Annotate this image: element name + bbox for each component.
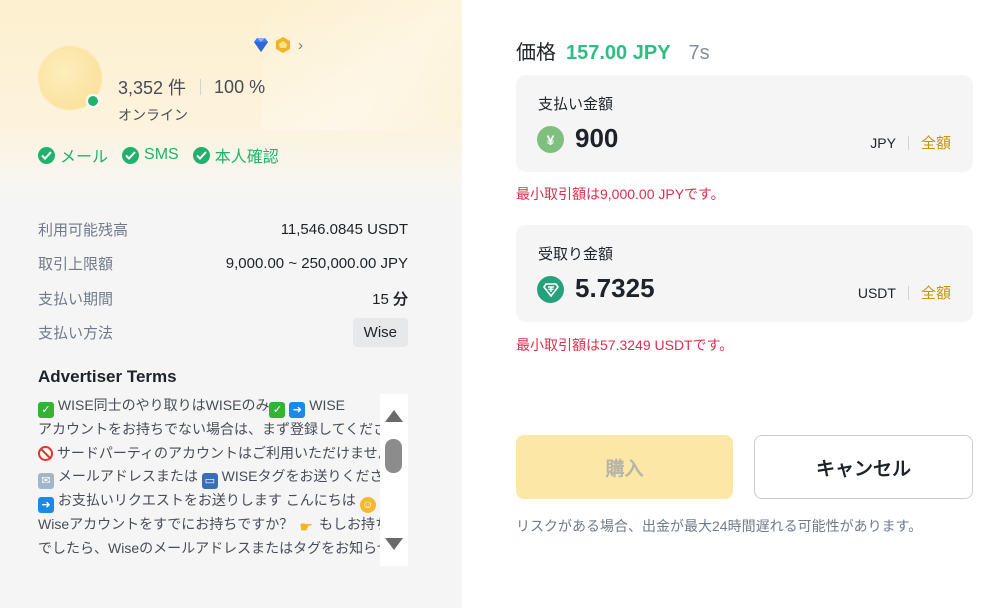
receive-amount-field[interactable]: 受取り金額 5.7325 USDT 全額 xyxy=(516,225,973,322)
price-value: 157.00 JPY xyxy=(566,42,671,64)
order-count: 3,352 件 xyxy=(118,78,187,98)
info-value: 15 分 xyxy=(372,288,408,309)
online-status: オンライン xyxy=(118,107,188,123)
payment-period-unit: 分 xyxy=(392,290,408,308)
terms-line: アカウントをお持ちでない場合は、まず登録してください xyxy=(38,418,380,442)
pointing-hand-icon: ☛ xyxy=(299,519,313,536)
risk-note: リスクがある場合、出金が最大24時間遅れる可能性があります。 xyxy=(516,518,923,534)
terms-line: でしたら、Wiseのメールアドレスまたはタグをお知らせくだ xyxy=(38,537,380,561)
info-row-payment-method: 支払い方法 Wise xyxy=(38,316,408,351)
terms-text: アカウントをお持ちでない場合は、まず登録してください xyxy=(38,421,380,437)
receive-amount-actions: USDT 全額 xyxy=(858,282,951,303)
payment-method-chip: Wise xyxy=(352,318,408,348)
info-row-balance: 利用可能残高 11,546.0845 USDT xyxy=(38,212,408,247)
info-row-payment-period: 支払い期間 15 分 xyxy=(38,281,408,316)
terms-line: Wiseアカウントをすでにお持ちですか？ ☛ もしお持ち xyxy=(38,513,380,537)
terms-text: でしたら、Wiseのメールアドレスまたはタグをお知らせくだ xyxy=(38,539,380,556)
scroll-down-arrow-icon[interactable] xyxy=(385,538,403,550)
advertiser-panel: › 3,352 件 100 % オンライン メール SMS 本人確認 利用可能残… xyxy=(0,0,462,608)
terms-scrollbar[interactable] xyxy=(380,394,408,566)
advertiser-badges[interactable]: › xyxy=(252,36,303,54)
receive-all-button[interactable]: 全額 xyxy=(921,282,951,303)
advertiser-stats: 3,352 件 100 % xyxy=(118,74,265,100)
terms-line: ✉ メールアドレスまたは ▭ WISEタグをお送りください xyxy=(38,465,380,489)
terms-text: WISE xyxy=(309,397,346,413)
terms-line: ✓ WISE同士のやり取りはWISEのみ ✓ ➜ WISE xyxy=(38,394,380,418)
info-row-limit: 取引上限額 9,000.00 ~ 250,000.00 JPY xyxy=(38,247,408,282)
info-label: 支払い期間 xyxy=(38,290,114,308)
tether-icon xyxy=(537,276,564,303)
divider xyxy=(907,285,909,300)
terms-text: メールアドレスまたは xyxy=(57,468,198,484)
buy-button[interactable]: 購入 xyxy=(516,435,733,499)
pay-all-button[interactable]: 全額 xyxy=(921,132,951,153)
online-indicator xyxy=(86,94,100,108)
cancel-button[interactable]: キャンセル xyxy=(754,435,973,499)
terms-text: Wiseアカウントをすでにお持ちですか？ xyxy=(38,516,294,532)
info-value: 11,546.0845 USDT xyxy=(280,220,408,238)
scroll-thumb[interactable] xyxy=(385,439,402,473)
id-card-icon: ▭ xyxy=(201,473,218,489)
pay-amount-error: 最小取引額は9,000.00 JPYです。 xyxy=(516,186,725,202)
terms-line: ➜ お支払いリクエストをお送りします こんにちは ☺ xyxy=(38,489,380,513)
terms-text: サードパーティのアカウントはご利用いただけません xyxy=(56,444,380,461)
email-icon: ✉ xyxy=(38,473,54,489)
verification-kyc: 本人確認 xyxy=(192,143,279,167)
receive-amount-input[interactable]: 5.7325 xyxy=(575,273,655,304)
info-label: 利用可能残高 xyxy=(38,221,129,239)
prohibited-icon xyxy=(38,445,53,461)
price-row: 価格 157.00 JPY 7s xyxy=(516,36,710,65)
check-mark-icon: ✓ xyxy=(269,402,286,418)
verification-label: メール xyxy=(60,149,109,166)
terms-text: もしお持ち xyxy=(319,516,380,532)
scroll-up-arrow-icon[interactable] xyxy=(385,410,403,422)
price-refresh-timer: 7s xyxy=(688,42,710,64)
pay-amount-actions: JPY 全額 xyxy=(870,132,951,153)
verification-label: SMS xyxy=(144,146,179,163)
avatar-container[interactable] xyxy=(38,46,102,110)
yen-icon: ¥ xyxy=(537,126,564,153)
terms-line: サードパーティのアカウントはご利用いただけません xyxy=(38,442,380,466)
check-circle-icon xyxy=(38,146,55,164)
ad-info-list: 利用可能残高 11,546.0845 USDT 取引上限額 9,000.00 ~… xyxy=(38,212,408,350)
receive-amount-error: 最小取引額は57.3249 USDTです。 xyxy=(516,337,734,353)
terms-text: WISE同士のやり取りはWISEのみ xyxy=(57,397,270,413)
verification-list: メール SMS 本人確認 xyxy=(38,143,279,167)
arrow-right-icon: ➜ xyxy=(38,497,54,513)
terms-title: Advertiser Terms xyxy=(38,367,177,386)
verification-sms: SMS xyxy=(122,143,179,167)
pay-amount-input[interactable]: 900 xyxy=(575,123,618,154)
verification-email: メール xyxy=(38,143,108,167)
pay-currency: JPY xyxy=(870,134,896,151)
header-decoration xyxy=(262,0,462,130)
arrow-right-icon: ➜ xyxy=(289,402,306,418)
stats-divider xyxy=(200,79,202,95)
diamond-icon xyxy=(252,37,270,53)
smile-icon: ☺ xyxy=(359,497,376,513)
pay-amount-field[interactable]: 支払い金額 ¥ 900 JPY 全額 xyxy=(516,75,973,172)
terms-text: お支払いリクエストをお送りします こんにちは xyxy=(57,492,356,508)
terms-content[interactable]: ✓ WISE同士のやり取りはWISEのみ ✓ ➜ WISE アカウントをお持ちでな… xyxy=(38,394,380,566)
receive-currency: USDT xyxy=(857,284,896,301)
price-label: 価格 xyxy=(516,42,556,64)
check-mark-icon: ✓ xyxy=(38,402,54,418)
info-label: 取引上限額 xyxy=(38,256,114,274)
receive-amount-label: 受取り金額 xyxy=(538,246,614,263)
terms-text: WISEタグをお送りください xyxy=(221,468,380,484)
pay-amount-label: 支払い金額 xyxy=(538,96,614,113)
info-value: 9,000.00 ~ 250,000.00 JPY xyxy=(225,255,408,273)
completion-rate: 100 % xyxy=(214,76,266,97)
verification-label: 本人確認 xyxy=(214,149,279,166)
medal-icon xyxy=(274,36,292,54)
check-circle-icon xyxy=(122,146,140,164)
payment-period-value: 15 xyxy=(372,290,389,308)
check-circle-icon xyxy=(192,146,210,164)
divider xyxy=(907,135,909,150)
info-label: 支払い方法 xyxy=(38,325,114,343)
chevron-right-icon[interactable]: › xyxy=(298,37,303,54)
